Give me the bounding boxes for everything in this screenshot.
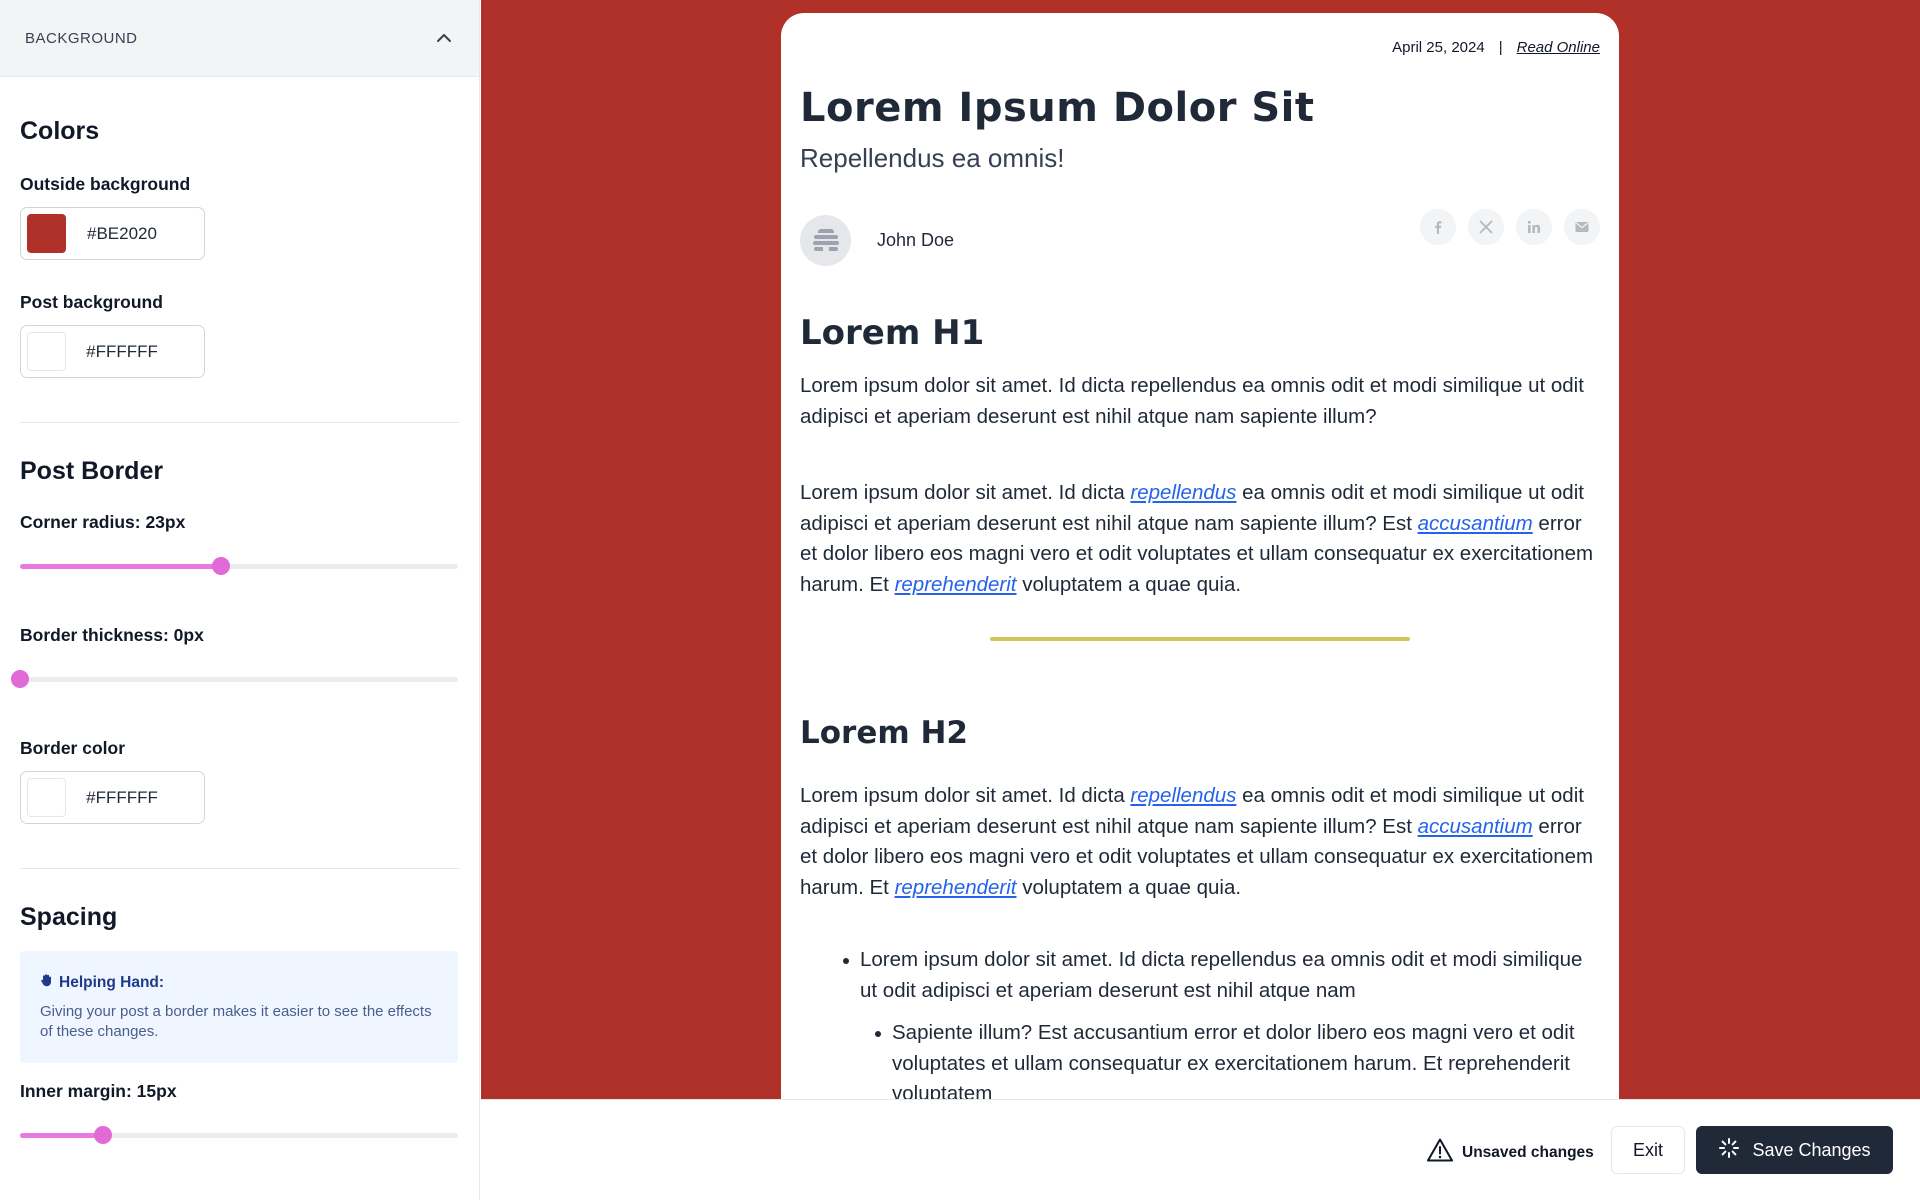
link-repellendus[interactable]: repellendus <box>1130 481 1236 504</box>
outside-background-swatch[interactable] <box>27 214 66 253</box>
post-subtitle: Repellendus ea omnis! <box>800 143 1065 173</box>
beehive-icon <box>812 228 839 254</box>
list-subitem: Sapiente illum? Est accusantium error et… <box>875 1018 1600 1099</box>
tip-text: Giving your post a border makes it easie… <box>40 1003 432 1040</box>
divider <box>20 422 459 423</box>
settings-sidebar: BACKGROUND Colors Outside background #BE… <box>0 0 480 1200</box>
post-background-field[interactable]: #FFFFFF <box>20 325 205 378</box>
outside-background-label: Outside background <box>20 174 191 194</box>
x-icon[interactable] <box>1468 209 1504 245</box>
border-color-label: Border color <box>20 738 126 758</box>
border-color-swatch[interactable] <box>27 778 66 817</box>
border-thickness-slider[interactable] <box>11 668 458 690</box>
post-border-title: Post Border <box>20 457 164 485</box>
sidebar-body: Colors Outside background #BE2020 Post b… <box>0 117 479 1146</box>
bullet-list: Lorem ipsum dolor sit amet. Id dicta rep… <box>843 945 1600 1099</box>
author-name: John Doe <box>877 230 955 250</box>
preview-canvas: April 25, 2024 | Read Online Lorem Ipsum… <box>481 0 1920 1099</box>
outside-background-value[interactable]: #BE2020 <box>66 224 204 244</box>
meta-separator: | <box>1498 39 1503 56</box>
post-meta: April 25, 2024 | Read Online <box>1392 39 1600 56</box>
save-changes-label: Save Changes <box>1752 1139 1871 1160</box>
unsaved-indicator: Unsaved changes <box>1426 1137 1594 1168</box>
tip-header: Helping Hand: <box>40 973 438 992</box>
link-repellendus[interactable]: repellendus <box>1130 784 1236 807</box>
post-title: Lorem Ipsum Dolor Sit <box>800 85 1315 131</box>
link-accusantium[interactable]: accusantium <box>1418 815 1533 838</box>
inner-margin-slider[interactable] <box>20 1124 458 1146</box>
hand-icon <box>40 973 54 992</box>
slider-thumb[interactable] <box>94 1126 113 1144</box>
paragraph-text: voluptatem a quae quia. <box>1016 572 1242 596</box>
slider-thumb[interactable] <box>212 557 231 575</box>
post-date: April 25, 2024 <box>1392 39 1485 56</box>
avatar <box>800 215 851 266</box>
link-reprehenderit[interactable]: reprehenderit <box>895 573 1017 596</box>
exit-button[interactable]: Exit <box>1611 1126 1685 1174</box>
post-background-value[interactable]: #FFFFFF <box>66 342 204 362</box>
helping-hand-tip: Helping Hand: Giving your post a border … <box>20 951 458 1063</box>
facebook-icon[interactable] <box>1420 209 1456 245</box>
background-section-header[interactable]: BACKGROUND <box>0 0 479 77</box>
warning-icon <box>1426 1137 1454 1168</box>
link-accusantium[interactable]: accusantium <box>1418 512 1533 535</box>
paragraph-1: Lorem ipsum dolor sit amet. Id dicta rep… <box>800 374 1584 428</box>
slider-thumb[interactable] <box>11 670 29 688</box>
divider <box>20 868 459 869</box>
post-background-swatch[interactable] <box>27 332 66 371</box>
link-reprehenderit[interactable]: reprehenderit <box>895 876 1017 899</box>
corner-radius-label: Corner radius: 23px <box>20 512 186 532</box>
slider-fill <box>20 1133 104 1138</box>
save-changes-button[interactable]: Save Changes <box>1696 1126 1893 1174</box>
paragraph-2: Lorem ipsum dolor sit amet. Id dicta rep… <box>800 478 1600 600</box>
paragraph-text: Lorem ipsum dolor sit amet. Id dicta <box>800 784 1131 807</box>
paragraph-text: voluptatem a quae quia. <box>1016 875 1242 899</box>
colors-title: Colors <box>20 117 100 145</box>
email-icon[interactable] <box>1564 209 1600 245</box>
linkedin-icon[interactable] <box>1516 209 1552 245</box>
tip-title: Helping Hand: <box>59 973 165 991</box>
author-block: John Doe <box>800 215 954 266</box>
heading-h2: Lorem H2 <box>800 715 968 751</box>
outside-background-field[interactable]: #BE2020 <box>20 207 205 260</box>
border-color-value[interactable]: #FFFFFF <box>66 788 204 808</box>
corner-radius-slider[interactable] <box>20 555 458 577</box>
heading-h1: Lorem H1 <box>800 313 985 353</box>
list-item: Lorem ipsum dolor sit amet. Id dicta rep… <box>843 945 1600 1006</box>
chevron-up-icon[interactable] <box>435 29 453 47</box>
read-online-link[interactable]: Read Online <box>1517 39 1600 56</box>
divider-rule <box>990 637 1410 641</box>
border-color-field[interactable]: #FFFFFF <box>20 771 205 824</box>
paragraph-text: Lorem ipsum dolor sit amet. Id dicta <box>800 481 1131 504</box>
post-preview: April 25, 2024 | Read Online Lorem Ipsum… <box>781 13 1619 1099</box>
post-background-label: Post background <box>20 292 163 312</box>
share-buttons <box>1420 209 1600 245</box>
unsaved-text: Unsaved changes <box>1462 1143 1594 1161</box>
slider-fill <box>20 564 222 569</box>
section-title: BACKGROUND <box>25 29 138 47</box>
spacing-title: Spacing <box>20 903 118 931</box>
inner-margin-label: Inner margin: 15px <box>20 1081 177 1101</box>
paragraph-3: Lorem ipsum dolor sit amet. Id dicta rep… <box>800 781 1600 903</box>
spinner-icon <box>1718 1137 1740 1164</box>
action-footer: Unsaved changes Exit Save Changes <box>481 1099 1920 1200</box>
border-thickness-label: Border thickness: 0px <box>20 625 204 645</box>
slider-track[interactable] <box>20 677 458 682</box>
